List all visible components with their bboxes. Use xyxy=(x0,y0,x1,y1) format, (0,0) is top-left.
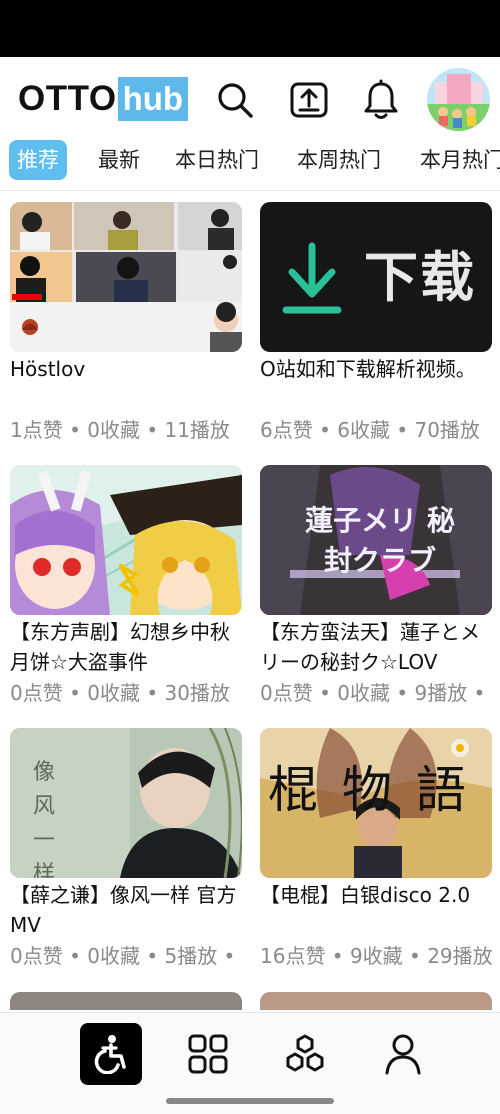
video-title[interactable]: 【薛之谦】像风一样 官方MV xyxy=(10,880,246,940)
app-logo[interactable]: OTTO hub xyxy=(18,77,189,121)
tab-recommended[interactable]: 推荐 xyxy=(9,140,67,180)
video-title[interactable]: Höstlov xyxy=(10,354,246,414)
video-thumbnail[interactable] xyxy=(260,992,492,1010)
bell-icon xyxy=(364,79,398,119)
video-thumbnail[interactable] xyxy=(10,465,242,615)
nav-categories-button[interactable] xyxy=(177,1023,239,1085)
app-header: OTTO hub xyxy=(0,57,500,142)
video-stats: 0点赞 • 0收藏 • 30播放 xyxy=(10,681,230,705)
video-thumbnail[interactable]: 像 风 一样 xyxy=(10,728,242,878)
video-thumbnail[interactable]: 下载 xyxy=(260,202,492,352)
tab-weekly-hot[interactable]: 本周热门 xyxy=(297,140,381,180)
user-icon xyxy=(385,1034,421,1075)
thumbnail-text: 棍 物 語 xyxy=(268,761,470,819)
video-stats: 6点赞 • 6收藏 • 70播放 xyxy=(260,418,480,442)
video-thumbnail[interactable]: 蓮子メリ 秘封クラブ xyxy=(260,465,492,615)
thumbnail-text: 蓮子メリ 秘封クラブ xyxy=(305,504,455,577)
tab-monthly-hot[interactable]: 本月热门 xyxy=(420,140,500,180)
tab-daily-hot[interactable]: 本日热门 xyxy=(175,140,259,180)
nav-community-button[interactable] xyxy=(274,1023,336,1085)
video-stats: 0点赞 • 0收藏 • 9播放 • xyxy=(260,681,486,705)
upload-icon xyxy=(290,82,328,118)
video-feed[interactable]: Höstlov 1点赞 • 0收藏 • 11播放 下载 O站如和下载解析视频。 … xyxy=(0,200,500,1010)
tab-latest[interactable]: 最新 xyxy=(98,140,140,180)
notifications-button[interactable] xyxy=(358,77,404,123)
logo-text-hub: hub xyxy=(117,77,189,121)
video-stats: 16点赞 • 9收藏 • 29播放 xyxy=(260,944,493,968)
video-title[interactable]: 【电棍】白银disco 2.0 xyxy=(260,880,496,940)
video-title[interactable]: O站如和下载解析视频。 xyxy=(260,354,496,414)
avatar-image xyxy=(427,68,490,131)
search-icon xyxy=(218,83,253,118)
hexagons-icon xyxy=(286,1034,324,1072)
thumbnail-image xyxy=(10,202,242,352)
download-icon xyxy=(282,242,342,314)
tabs-divider xyxy=(0,190,500,191)
thumbnail-text: 像 风 一样 xyxy=(32,760,55,878)
video-stats: 0点赞 • 0收藏 • 5播放 • xyxy=(10,944,236,968)
video-title[interactable]: 【东方声剧】幻想乡中秋月饼☆大盗事件 xyxy=(10,617,246,677)
video-title[interactable]: 【东方蛮法天】蓮子とメリーの秘封ク☆LOV xyxy=(260,617,496,677)
status-bar xyxy=(0,0,500,57)
video-thumbnail[interactable] xyxy=(10,202,242,352)
home-indicator[interactable] xyxy=(166,1098,334,1104)
category-tabs: 推荐 最新 本日热门 本周热门 本月热门 xyxy=(0,138,500,182)
nav-home-button[interactable] xyxy=(80,1023,142,1085)
upload-button[interactable] xyxy=(286,77,332,123)
avatar[interactable] xyxy=(427,68,490,131)
logo-text-otto: OTTO xyxy=(18,79,117,118)
video-thumbnail[interactable]: 棍 物 語 xyxy=(260,728,492,878)
nav-profile-button[interactable] xyxy=(372,1023,434,1085)
thumbnail-text: 下载 xyxy=(364,246,476,309)
thumbnail-image xyxy=(10,465,242,615)
accessibility-icon xyxy=(94,1035,126,1074)
search-button[interactable] xyxy=(212,77,258,123)
video-thumbnail[interactable] xyxy=(10,992,242,1010)
grid-icon xyxy=(188,1034,228,1074)
video-stats: 1点赞 • 0收藏 • 11播放 xyxy=(10,418,230,442)
